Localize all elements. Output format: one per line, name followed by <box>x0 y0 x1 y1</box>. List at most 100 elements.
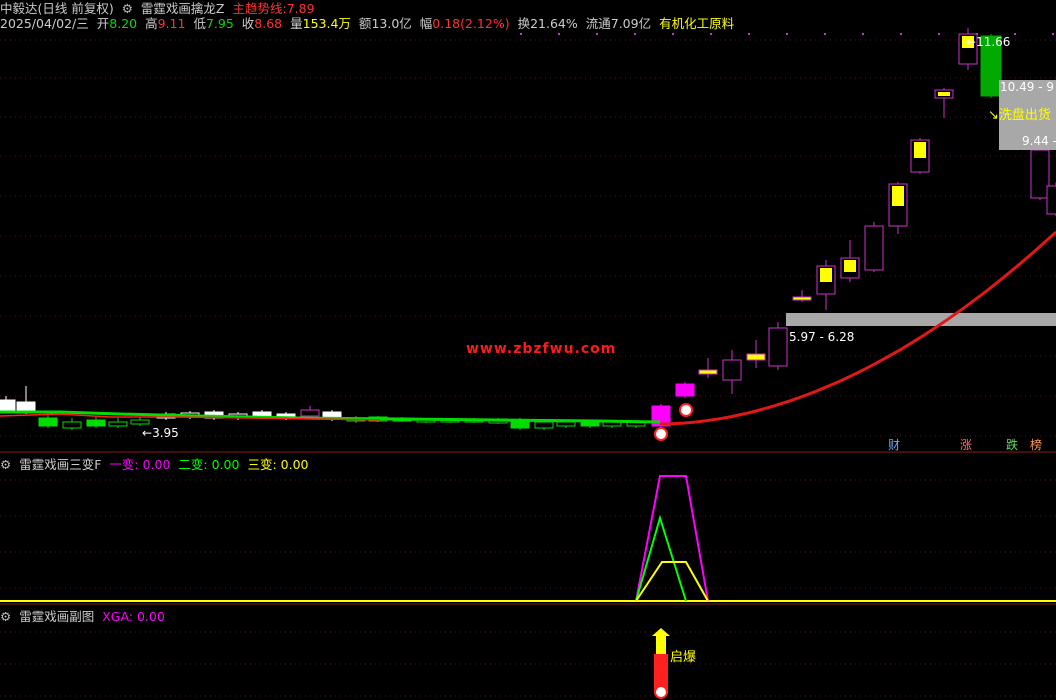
change-value: 0.18(2.12%) <box>432 16 510 31</box>
panel2-label-2: 二变: <box>178 457 208 472</box>
candle-body <box>698 369 718 375</box>
candle-highlight <box>938 92 950 96</box>
plus-marker <box>654 427 668 441</box>
low-marker-value: 3.95 <box>152 426 179 440</box>
grid-dot <box>1014 33 1016 35</box>
low-marker: ←3.95 <box>142 426 179 440</box>
turnover-label: 换 <box>517 16 531 31</box>
volume-label: 量 <box>290 16 303 31</box>
plus-marker <box>679 403 693 417</box>
tag-finance[interactable]: 财 <box>888 436 900 453</box>
burst-label: 启爆 <box>670 650 697 665</box>
candle-body <box>768 327 788 367</box>
open-label: 开 <box>96 16 110 31</box>
high-marker: ←11.66 <box>966 35 1010 49</box>
panel2-label-1: 一变: <box>109 457 139 472</box>
candle-body <box>86 419 106 427</box>
arrow-left-icon: ← <box>966 35 977 49</box>
tag-rank[interactable]: 榜 <box>1030 436 1042 453</box>
candle-body <box>38 417 58 427</box>
candle-body <box>1046 185 1056 215</box>
high-value: 9.11 <box>157 16 186 31</box>
zone-label-2: 10.49 - 9 <box>1000 80 1054 94</box>
panel3-header: ⚙ 雷霆戏画副图 XGA: 0.00 <box>0 606 169 625</box>
candle-body <box>556 421 576 427</box>
candle-body <box>864 225 884 271</box>
candle-body <box>300 409 320 417</box>
zone-box <box>786 313 1056 326</box>
candle-body <box>792 296 812 301</box>
grid-dot <box>710 33 712 35</box>
candle-body <box>108 421 128 427</box>
amount-label: 额 <box>358 16 372 31</box>
panel3-value: 0.00 <box>136 609 165 624</box>
high-marker-value: 11.66 <box>976 35 1011 49</box>
panel2-yellow-line <box>635 561 709 602</box>
grid-dot <box>520 33 522 35</box>
grid-dot <box>748 33 750 35</box>
quote-bar: 2025/04/02/三 开8.20 高9.11 低7.95 收8.68 量15… <box>0 13 738 32</box>
candle-highlight <box>914 142 926 158</box>
candle-body <box>62 421 82 429</box>
candle-body <box>534 421 554 429</box>
watermark: www.zbzfwu.com <box>466 341 617 357</box>
grid-lines <box>0 33 1056 697</box>
signal-text: 洗盘出货 <box>998 108 1051 123</box>
grid-dot <box>596 33 598 35</box>
close-label: 收 <box>241 16 255 31</box>
candle-body <box>252 411 272 417</box>
high-label: 高 <box>145 16 158 31</box>
arrow-icon: ↘ <box>988 108 999 123</box>
grid-dot <box>634 33 636 35</box>
grid-dot <box>938 33 940 35</box>
signal-label: ↘洗盘出货 <box>988 104 1051 123</box>
zone-label-1: 5.97 - 6.28 <box>789 330 855 344</box>
turnover-value: 21.64% <box>530 16 578 31</box>
candle-body <box>675 383 695 397</box>
panel2-value-1: 0.00 <box>142 457 171 472</box>
burst-arrow-head <box>652 628 670 636</box>
panel2-header: ⚙ 雷霆戏画三变F 一变: 0.00 二变: 0.00 三变: 0.00 <box>0 454 313 473</box>
quote-date: 2025/04/02/三 <box>0 16 89 31</box>
grid-dot <box>900 33 902 35</box>
burst-arrow-stem <box>656 636 666 654</box>
panel2-value-3: 0.00 <box>280 457 309 472</box>
sub-indicators <box>0 475 1056 699</box>
volume-value: 153.4万 <box>302 16 351 31</box>
panel2-name[interactable]: 雷霆戏画三变F <box>19 457 101 472</box>
change-label: 幅 <box>419 16 433 31</box>
candle-body <box>0 399 16 411</box>
zone-label-3: 9.44 - <box>1022 134 1056 148</box>
float-label: 流通 <box>585 16 611 31</box>
panel2-value-2: 0.00 <box>211 457 240 472</box>
float-value: 7.09亿 <box>610 16 652 31</box>
grid-dot <box>558 33 560 35</box>
candle-body <box>1030 149 1050 199</box>
grid-dot <box>672 33 674 35</box>
tag-fall[interactable]: 跌 <box>1006 436 1018 453</box>
candle-body <box>722 359 742 381</box>
panel3-label: XGA: <box>102 609 133 624</box>
candle-highlight <box>844 260 856 272</box>
open-value: 8.20 <box>109 16 138 31</box>
candle-highlight <box>820 268 832 282</box>
gear-icon[interactable]: ⚙ <box>0 457 11 472</box>
tag-rise[interactable]: 涨 <box>960 436 972 453</box>
panel2-label-3: 三变: <box>247 457 277 472</box>
low-value: 7.95 <box>205 16 234 31</box>
candle-highlight <box>892 186 904 206</box>
amount-value: 13.0亿 <box>371 16 412 31</box>
candle-body <box>130 419 150 425</box>
candle-body <box>580 421 600 427</box>
grid-dot <box>786 33 788 35</box>
sector-label[interactable]: 有机化工原料 <box>659 16 734 31</box>
arrow-left-icon: ← <box>142 426 153 440</box>
grid-dot <box>862 33 864 35</box>
panel3-name[interactable]: 雷霆戏画副图 <box>19 609 94 624</box>
close-value: 8.68 <box>254 16 283 31</box>
chart-overlays <box>0 80 1056 441</box>
burst-bottom-marker <box>654 685 668 699</box>
grid-dot <box>1052 33 1054 35</box>
gear-icon[interactable]: ⚙ <box>0 609 11 624</box>
low-label: 低 <box>193 16 206 31</box>
